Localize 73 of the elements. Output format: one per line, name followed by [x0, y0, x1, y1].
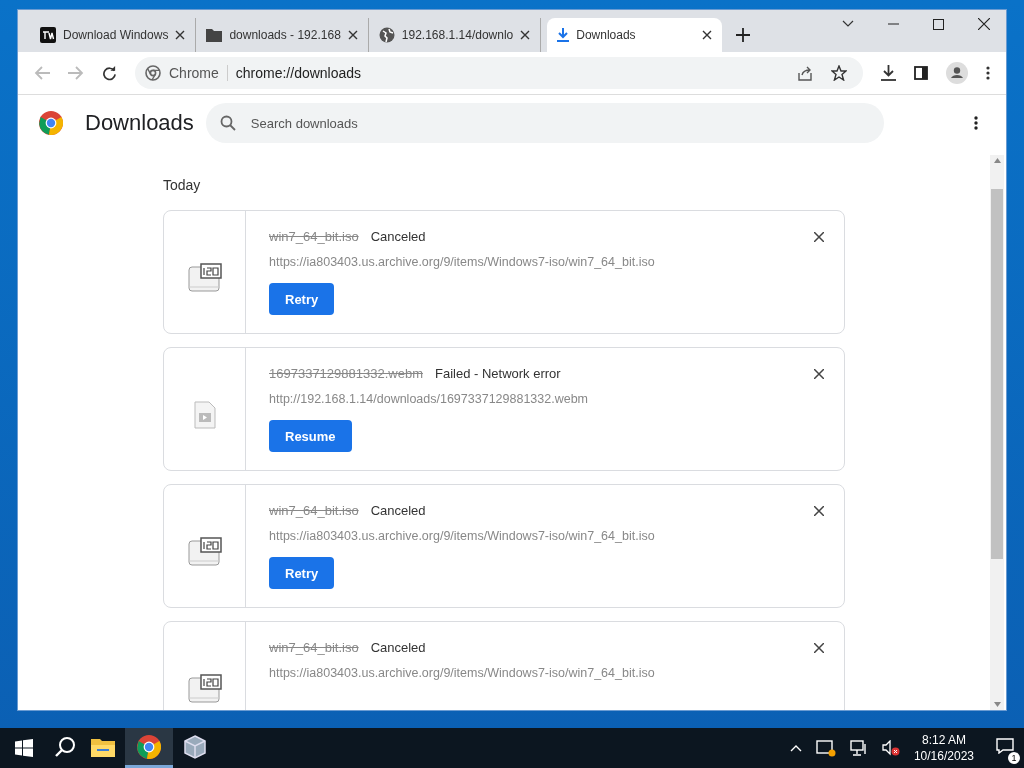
chrome-logo-icon — [39, 111, 63, 135]
disc-image-file-icon — [187, 674, 222, 704]
download-status: Canceled — [370, 229, 426, 244]
taskbar-button[interactable] — [125, 728, 173, 768]
profile-icon[interactable] — [946, 62, 968, 84]
download-status: Failed - Network error — [434, 366, 561, 381]
new-tab-icon[interactable] — [736, 28, 751, 42]
file-name: win7_64_bit.iso — [269, 640, 359, 655]
action-button[interactable]: Retry — [269, 283, 335, 315]
download-status: Canceled — [370, 503, 426, 518]
close-icon[interactable] — [347, 30, 358, 40]
chevron-down-icon[interactable] — [842, 20, 854, 28]
close-icon[interactable] — [702, 30, 713, 40]
source-url: https://ia803403.us.archive.org/9/items/Windows7-iso/win7_64_bit.iso — [269, 255, 655, 269]
start-icon[interactable] — [15, 739, 33, 757]
browser-tab[interactable]: Download Windows — [30, 18, 197, 52]
menu-icon[interactable] — [986, 66, 990, 80]
reload-icon[interactable] — [102, 65, 117, 81]
chevron-up-icon[interactable] — [789, 744, 802, 752]
monitor-icon[interactable] — [849, 740, 868, 756]
close-icon[interactable] — [520, 30, 531, 40]
close-icon[interactable] — [175, 30, 186, 40]
source-url: http://192.168.1.14/downloads/1697337129881332.webm — [269, 392, 588, 406]
video-file-icon — [193, 401, 216, 429]
search-icon — [219, 115, 236, 131]
clock-date: 10/16/2023 — [913, 748, 974, 764]
star-icon[interactable] — [831, 65, 847, 81]
folder-icon — [206, 28, 223, 42]
network-warning-icon[interactable] — [815, 739, 836, 757]
close-icon[interactable] — [814, 231, 824, 242]
source-url: https://ia803403.us.archive.org/9/items/Windows7-iso/win7_64_bit.iso — [269, 666, 655, 680]
side-panel-icon[interactable] — [914, 66, 928, 80]
scrollbar[interactable] — [990, 155, 1004, 710]
section-heading: Today — [163, 177, 202, 193]
close-icon[interactable] — [814, 505, 824, 516]
close-icon[interactable] — [978, 18, 990, 30]
maximize-icon[interactable] — [933, 18, 944, 30]
download-status: Canceled — [370, 640, 426, 655]
muted-speaker-icon[interactable] — [881, 740, 900, 756]
share-icon[interactable] — [797, 65, 813, 81]
download-icon[interactable] — [881, 65, 896, 81]
browser-tab[interactable]: 192.168.1.14/downlo — [368, 18, 542, 52]
search-field[interactable]: Search downloads — [205, 103, 884, 143]
notification-icon[interactable] — [996, 738, 1014, 754]
file-name: 1697337129881332.webm — [269, 366, 423, 381]
menu-icon[interactable] — [974, 116, 978, 130]
chrome-icon — [137, 734, 161, 759]
site-logo-icon — [40, 27, 56, 43]
site-label: Chrome — [169, 65, 219, 81]
disc-image-file-icon — [187, 537, 222, 567]
folder-icon — [91, 736, 115, 757]
clock-time: 8:12 AM — [921, 732, 966, 748]
page-title: Downloads — [85, 110, 194, 136]
globe-icon — [378, 27, 395, 43]
search-icon — [54, 735, 76, 758]
action-button[interactable]: Retry — [269, 557, 335, 589]
file-name: win7_64_bit.iso — [269, 503, 359, 518]
notification-count: 1 — [1008, 752, 1020, 764]
action-button[interactable]: Resume — [269, 420, 352, 452]
url-text: chrome://downloads — [235, 65, 362, 81]
chrome-icon — [145, 65, 161, 81]
address-bar[interactable]: Chrome chrome://downloads — [135, 57, 863, 89]
download-icon — [557, 28, 570, 42]
scroll-up-icon[interactable] — [993, 158, 1001, 163]
source-url: https://ia803403.us.archive.org/9/items/Windows7-iso/win7_64_bit.iso — [269, 529, 655, 543]
close-icon[interactable] — [814, 642, 824, 653]
cube-icon — [184, 734, 206, 759]
browser-tab[interactable]: Downloads — [547, 18, 723, 52]
disc-image-file-icon — [187, 263, 222, 293]
file-name: win7_64_bit.iso — [269, 229, 359, 244]
browser-tab[interactable]: downloads - 192.168 — [196, 18, 369, 52]
close-icon[interactable] — [814, 368, 824, 379]
scroll-down-icon[interactable] — [993, 702, 1001, 707]
